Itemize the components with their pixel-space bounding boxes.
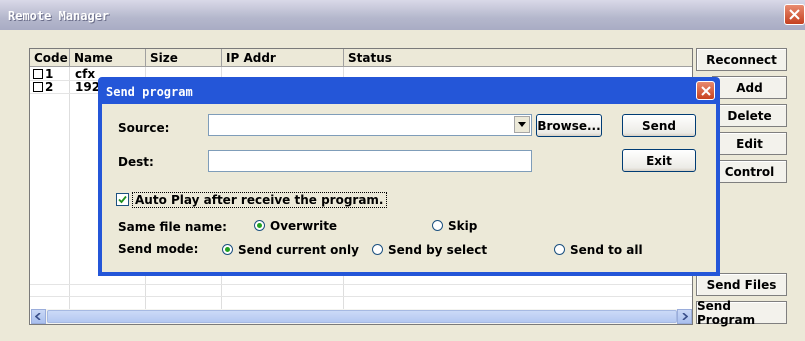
row-name: cfx	[75, 67, 96, 81]
row-code: 1	[45, 67, 54, 81]
send-current-only-radio[interactable]	[222, 244, 233, 255]
dialog-body: Source: Browse... Send Dest: Exit Auto P…	[102, 104, 716, 272]
scroll-thumb[interactable]	[47, 310, 677, 323]
same-file-name-label: Same file name:	[118, 220, 227, 234]
chevron-down-icon	[518, 122, 526, 127]
browse-button[interactable]: Browse...	[536, 114, 602, 137]
chevron-left-icon	[35, 313, 41, 320]
edit-button[interactable]: Edit	[712, 132, 787, 155]
add-button[interactable]: Add	[712, 76, 787, 99]
row-checkbox[interactable]	[33, 69, 43, 79]
horizontal-scrollbar[interactable]	[31, 309, 692, 324]
source-dropdown-button[interactable]	[514, 116, 530, 133]
close-icon	[789, 9, 800, 20]
send-by-select-radio[interactable]	[372, 244, 383, 255]
source-label: Source:	[118, 121, 170, 135]
control-button[interactable]: Control	[712, 160, 787, 183]
dialog-close-button[interactable]	[696, 81, 715, 100]
checkmark-icon	[118, 195, 127, 204]
skip-label[interactable]: Skip	[448, 219, 477, 233]
auto-play-checkbox[interactable]	[116, 193, 129, 206]
source-combobox[interactable]	[208, 114, 532, 136]
send-current-only-label[interactable]: Send current only	[238, 243, 359, 257]
column-header-code[interactable]: Code	[30, 49, 70, 67]
send-files-button[interactable]: Send Files	[696, 273, 787, 296]
dest-field[interactable]	[208, 150, 532, 172]
window-close-button[interactable]	[784, 4, 805, 25]
send-program-dialog: Send program Source: Browse... Send Dest…	[98, 77, 720, 276]
auto-play-label[interactable]: Auto Play after receive the program.	[132, 192, 387, 208]
chevron-right-icon	[682, 313, 688, 320]
column-header-name[interactable]: Name	[70, 49, 146, 67]
scroll-right-button[interactable]	[677, 309, 692, 324]
overwrite-label[interactable]: Overwrite	[270, 219, 337, 233]
send-to-all-label[interactable]: Send to all	[570, 243, 643, 257]
dialog-title: Send program	[106, 85, 193, 99]
overwrite-radio[interactable]	[254, 220, 265, 231]
send-by-select-label[interactable]: Send by select	[388, 243, 487, 257]
column-header-size[interactable]: Size	[146, 49, 222, 67]
close-icon	[700, 85, 711, 96]
column-header-status[interactable]: Status	[344, 49, 692, 67]
send-program-button[interactable]: Send Program	[696, 299, 787, 327]
window-titlebar: Remote Manager	[0, 0, 805, 30]
column-header-ip[interactable]: IP Addr	[222, 49, 344, 67]
window-title: Remote Manager	[8, 9, 110, 23]
row-checkbox[interactable]	[33, 82, 43, 92]
send-button[interactable]: Send	[622, 114, 696, 137]
reconnect-button[interactable]: Reconnect	[696, 48, 787, 71]
delete-button[interactable]: Delete	[712, 104, 787, 127]
row-code: 2	[45, 80, 54, 94]
send-mode-label: Send mode:	[118, 242, 199, 256]
scroll-left-button[interactable]	[31, 309, 46, 324]
dest-label: Dest:	[118, 155, 154, 169]
grid-line	[69, 67, 70, 309]
exit-button[interactable]: Exit	[622, 149, 696, 172]
table-header: Code Name Size IP Addr Status	[30, 49, 692, 67]
grid-line	[30, 296, 692, 297]
skip-radio[interactable]	[432, 220, 443, 231]
send-to-all-radio[interactable]	[554, 244, 565, 255]
grid-line	[30, 284, 692, 285]
